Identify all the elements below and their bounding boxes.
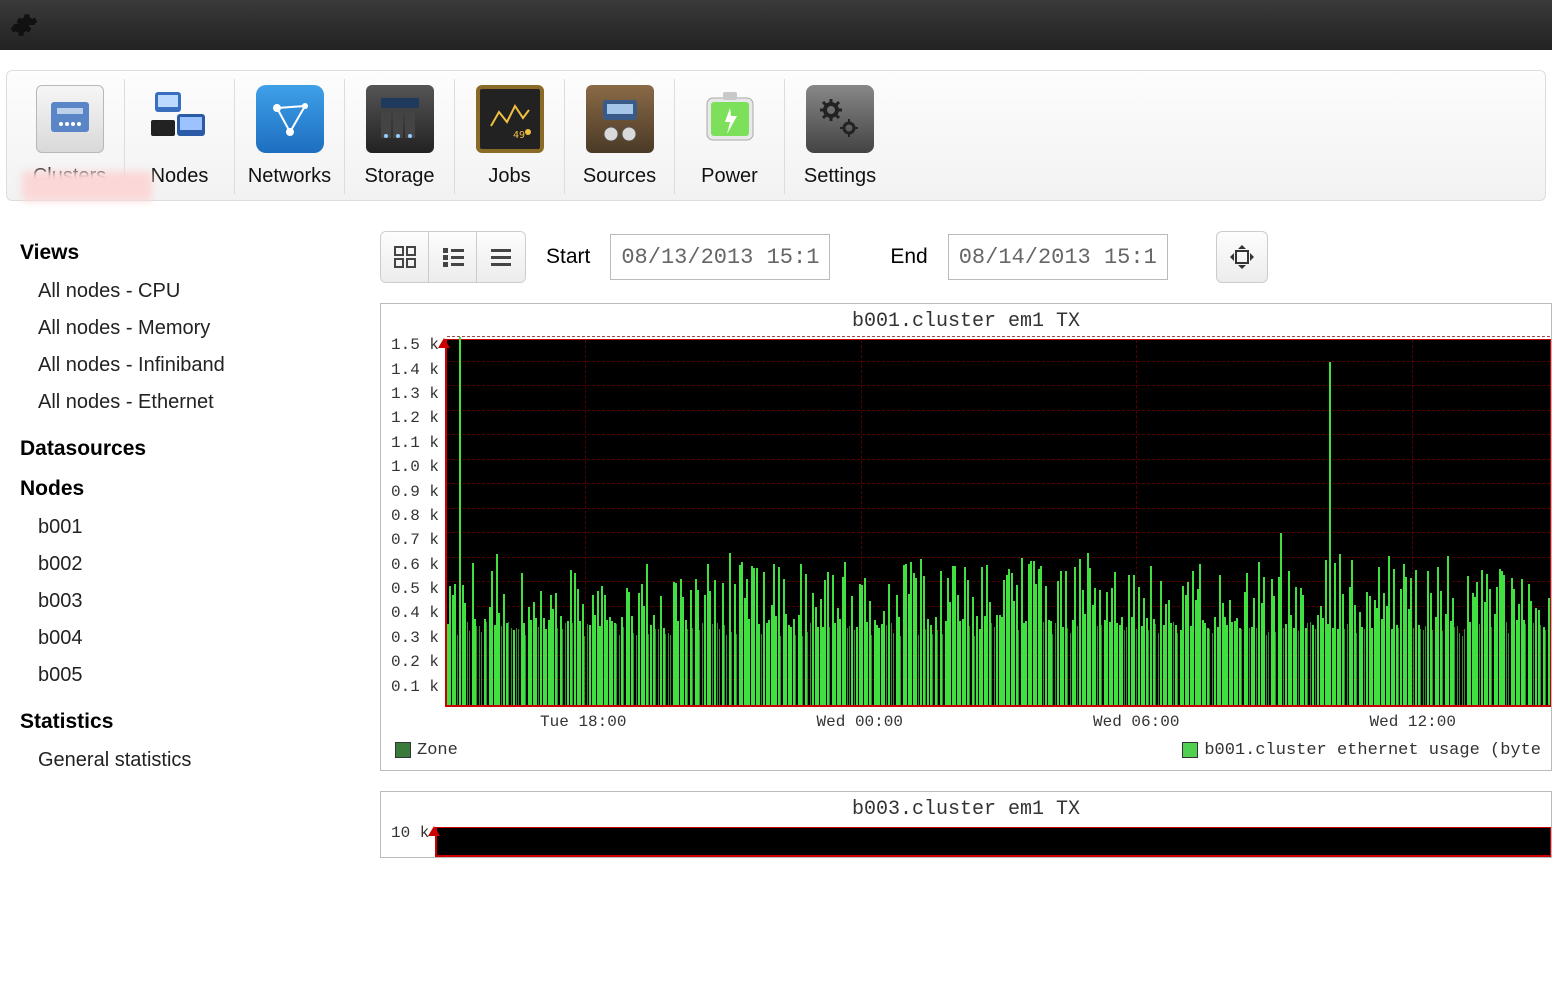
chart-x-axis: Tue 18:00 Wed 00:00 Wed 06:00 Wed 12:00 bbox=[445, 707, 1551, 731]
y-tick: 1.5 k bbox=[391, 333, 439, 357]
x-tick: Tue 18:00 bbox=[445, 713, 721, 731]
y-tick: 1.2 k bbox=[391, 406, 439, 430]
y-tick: 1.1 k bbox=[391, 431, 439, 455]
tool-label: Sources bbox=[583, 165, 656, 188]
sidebar-item-node-b002[interactable]: b002 bbox=[20, 546, 360, 583]
storage-icon bbox=[366, 85, 434, 153]
tool-label: Networks bbox=[248, 165, 331, 188]
networks-icon bbox=[256, 85, 324, 153]
grid-view-button[interactable] bbox=[381, 232, 429, 282]
fit-icon bbox=[1228, 243, 1256, 271]
chart-legend: Zone b001.cluster ethernet usage (byte bbox=[381, 731, 1551, 770]
sidebar-item-node-b003[interactable]: b003 bbox=[20, 583, 360, 620]
start-label: Start bbox=[546, 245, 590, 269]
legend-zone: Zone bbox=[395, 741, 458, 760]
svg-text:49: 49 bbox=[513, 130, 525, 141]
app-topbar bbox=[0, 0, 1552, 50]
tool-sources[interactable]: Sources bbox=[565, 79, 675, 194]
sidebar-item-view-infiniband[interactable]: All nodes - Infiniband bbox=[20, 347, 360, 384]
y-tick: 0.1 k bbox=[391, 674, 439, 698]
y-tick: 1.4 k bbox=[391, 357, 439, 381]
jobs-icon: 49 bbox=[476, 85, 544, 153]
y-tick: 0.2 k bbox=[391, 650, 439, 674]
y-tick: 0.4 k bbox=[391, 601, 439, 625]
end-datetime-input[interactable] bbox=[948, 234, 1168, 280]
grid-icon bbox=[394, 246, 416, 268]
heading-views: Views bbox=[20, 241, 360, 265]
list-icon bbox=[490, 246, 512, 268]
chart-plot-area[interactable] bbox=[445, 339, 1551, 707]
y-axis-arrow-icon bbox=[428, 826, 440, 836]
y-tick: 1.0 k bbox=[391, 455, 439, 479]
y-tick: 0.9 k bbox=[391, 479, 439, 503]
y-tick: 1.3 k bbox=[391, 382, 439, 406]
heading-nodes: Nodes bbox=[20, 477, 360, 501]
tool-label: Power bbox=[701, 165, 758, 188]
heading-statistics: Statistics bbox=[20, 710, 360, 734]
detail-list-icon bbox=[442, 246, 464, 268]
start-datetime-input[interactable] bbox=[610, 234, 830, 280]
clusters-icon bbox=[36, 85, 104, 153]
sidebar-item-view-cpu[interactable]: All nodes - CPU bbox=[20, 273, 360, 310]
tool-storage[interactable]: Storage bbox=[345, 79, 455, 194]
chart-title: b001.cluster em1 TX bbox=[381, 304, 1551, 339]
sidebar-item-general-statistics[interactable]: General statistics bbox=[20, 742, 360, 779]
main-toolbar: Clusters Nodes Networks Storage 49 Jobs … bbox=[6, 70, 1546, 201]
y-tick: 10 k bbox=[391, 821, 429, 845]
legend-swatch-icon bbox=[395, 742, 411, 758]
x-tick: Wed 00:00 bbox=[722, 713, 998, 731]
sidebar: Views All nodes - CPU All nodes - Memory… bbox=[0, 201, 380, 878]
chart-y-axis: 1.5 k 1.4 k 1.3 k 1.2 k 1.1 k 1.0 k 0.9 … bbox=[381, 333, 445, 699]
chart-plot-area[interactable] bbox=[435, 827, 1551, 857]
tool-power[interactable]: Power bbox=[675, 79, 785, 194]
chart-panel-b001: b001.cluster em1 TX 1.5 k 1.4 k 1.3 k 1.… bbox=[380, 303, 1552, 771]
settings-icon bbox=[806, 85, 874, 153]
chart-y-axis: 10 k bbox=[381, 821, 435, 845]
y-tick: 0.7 k bbox=[391, 528, 439, 552]
sidebar-item-node-b004[interactable]: b004 bbox=[20, 620, 360, 657]
tool-networks[interactable]: Networks bbox=[235, 79, 345, 194]
tool-jobs[interactable]: 49 Jobs bbox=[455, 79, 565, 194]
sidebar-item-view-memory[interactable]: All nodes - Memory bbox=[20, 310, 360, 347]
power-icon bbox=[696, 85, 764, 153]
sources-icon bbox=[586, 85, 654, 153]
content-area: Start End b001.cluster em1 TX 1.5 k 1.4 … bbox=[380, 201, 1552, 878]
y-tick: 0.6 k bbox=[391, 553, 439, 577]
tool-settings[interactable]: Settings bbox=[785, 79, 895, 194]
gear-icon[interactable] bbox=[10, 11, 38, 39]
tool-label: Nodes bbox=[151, 165, 209, 188]
tool-label: Storage bbox=[364, 165, 434, 188]
tool-label: Jobs bbox=[488, 165, 530, 188]
nodes-icon bbox=[146, 85, 214, 153]
sidebar-item-view-ethernet[interactable]: All nodes - Ethernet bbox=[20, 384, 360, 421]
legend-swatch-icon bbox=[1182, 742, 1198, 758]
sidebar-item-node-b001[interactable]: b001 bbox=[20, 509, 360, 546]
fit-range-button[interactable] bbox=[1216, 231, 1268, 283]
y-tick: 0.5 k bbox=[391, 577, 439, 601]
list-view-button[interactable] bbox=[477, 232, 525, 282]
y-axis-arrow-icon bbox=[438, 338, 450, 348]
view-mode-group bbox=[380, 231, 526, 283]
sidebar-item-node-b005[interactable]: b005 bbox=[20, 657, 360, 694]
heading-datasources[interactable]: Datasources bbox=[20, 437, 360, 461]
chart-panel-b003: b003.cluster em1 TX 10 k bbox=[380, 791, 1552, 858]
legend-series: b001.cluster ethernet usage (byte bbox=[1182, 741, 1547, 760]
chart-title: b003.cluster em1 TX bbox=[381, 792, 1551, 827]
end-label: End bbox=[890, 245, 927, 269]
x-tick: Wed 12:00 bbox=[1274, 713, 1550, 731]
detail-list-view-button[interactable] bbox=[429, 232, 477, 282]
y-tick: 0.8 k bbox=[391, 504, 439, 528]
controls-row: Start End bbox=[380, 231, 1552, 283]
redacted-label bbox=[22, 171, 152, 201]
y-tick: 0.3 k bbox=[391, 626, 439, 650]
tool-label: Settings bbox=[804, 165, 876, 188]
x-tick: Wed 06:00 bbox=[998, 713, 1274, 731]
